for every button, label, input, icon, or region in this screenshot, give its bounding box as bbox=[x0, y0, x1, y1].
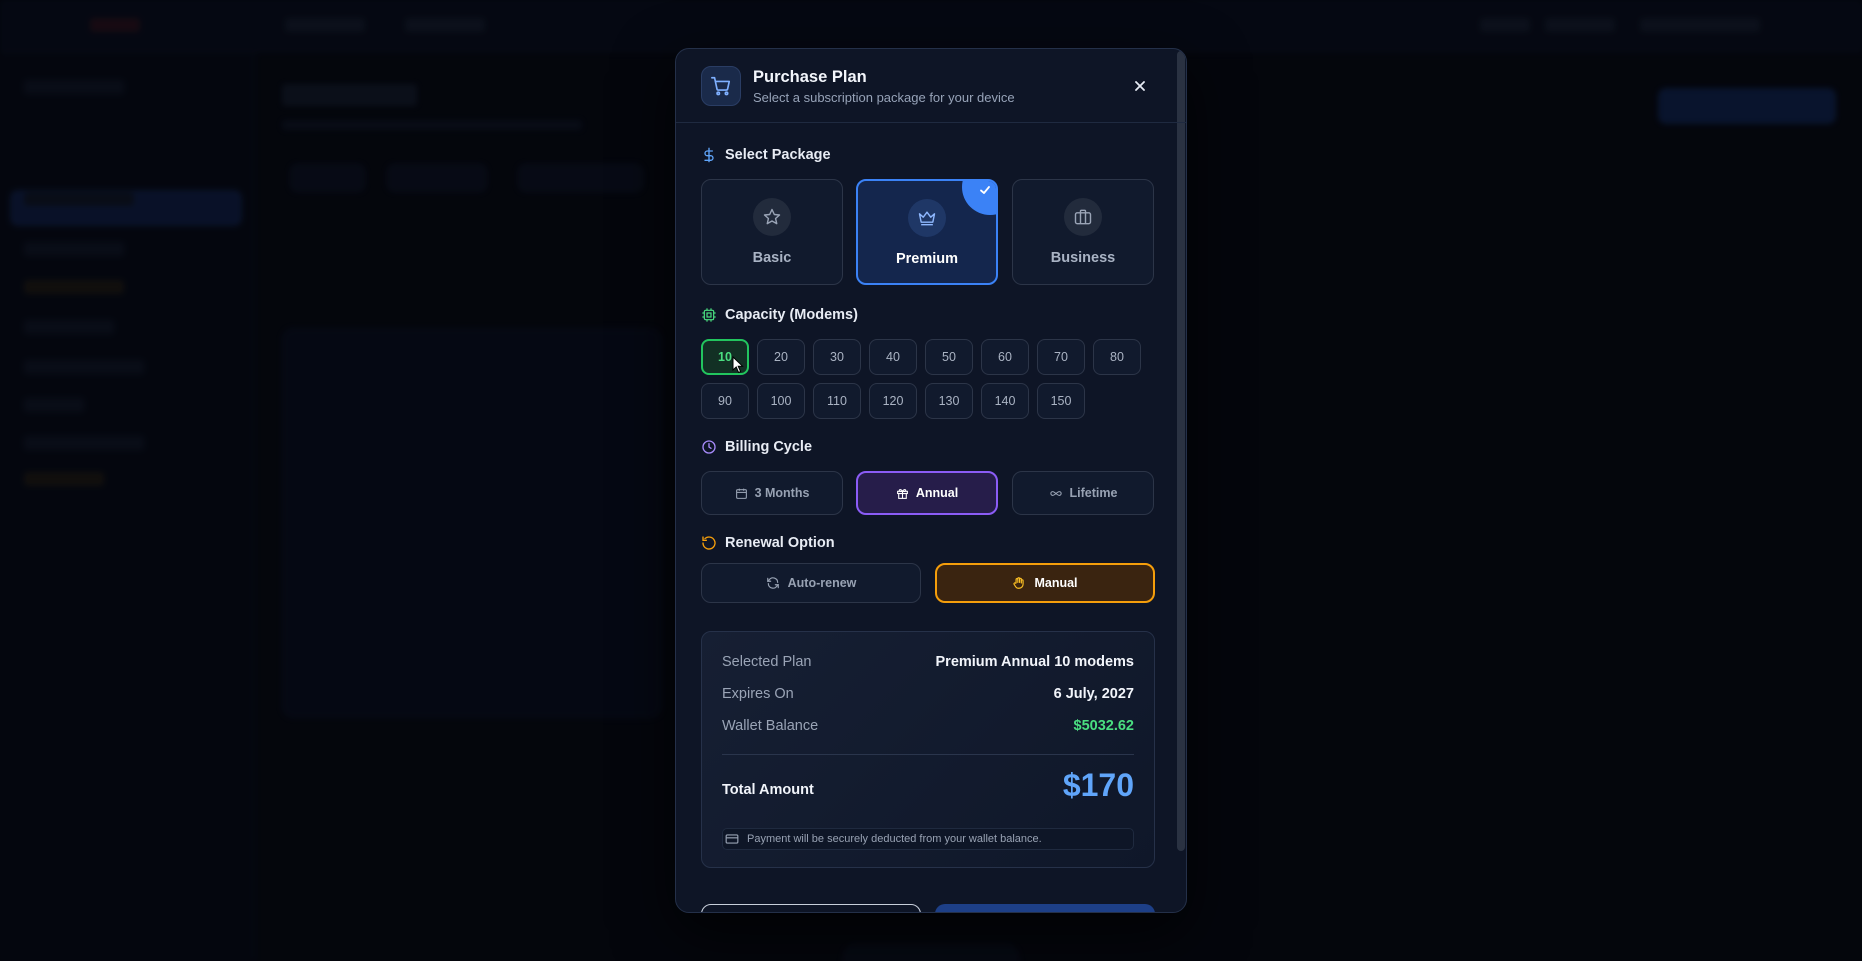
capacity-option[interactable]: 30 bbox=[813, 339, 861, 375]
capacity-option[interactable]: 70 bbox=[1037, 339, 1085, 375]
modal-subtitle: Select a subscription package for your d… bbox=[753, 90, 1015, 105]
gift-icon bbox=[896, 488, 908, 499]
modal-header: Purchase Plan Select a subscription pack… bbox=[676, 49, 1186, 123]
hand-icon bbox=[1013, 577, 1025, 589]
billing-label: 3 Months bbox=[754, 486, 810, 500]
footer-secondary-button[interactable] bbox=[701, 904, 921, 912]
capacity-option[interactable]: 90 bbox=[701, 383, 749, 419]
crown-icon bbox=[908, 199, 946, 237]
section-label: Renewal Option bbox=[725, 535, 835, 551]
capacity-option[interactable]: 100 bbox=[757, 383, 805, 419]
renewal-label: Auto-renew bbox=[787, 576, 857, 590]
summary-divider bbox=[722, 754, 1134, 755]
capacity-option[interactable]: 20 bbox=[757, 339, 805, 375]
rotate-icon bbox=[702, 536, 716, 550]
capacity-heading: Capacity (Modems) bbox=[701, 307, 858, 323]
close-button[interactable] bbox=[1128, 74, 1152, 98]
package-premium[interactable]: Premium bbox=[856, 179, 998, 285]
total-label: Total Amount bbox=[722, 782, 814, 798]
refresh-icon bbox=[766, 577, 779, 589]
cart-icon bbox=[701, 66, 741, 106]
package-business[interactable]: Business bbox=[1012, 179, 1154, 285]
capacity-option[interactable]: 110 bbox=[813, 383, 861, 419]
section-label: Billing Cycle bbox=[725, 439, 813, 455]
payment-note-text: Payment will be securely deducted from y… bbox=[747, 833, 1042, 845]
check-icon bbox=[980, 186, 990, 194]
briefcase-icon bbox=[1064, 198, 1102, 236]
section-label: Select Package bbox=[725, 147, 831, 163]
renewal-option-heading: Renewal Option bbox=[701, 535, 835, 551]
summary-row-expires: Expires On 6 July, 2027 bbox=[722, 686, 1134, 702]
clock-icon bbox=[702, 440, 716, 454]
package-basic[interactable]: Basic bbox=[701, 179, 843, 285]
capacity-option[interactable]: 150 bbox=[1037, 383, 1085, 419]
dollar-icon bbox=[704, 147, 714, 163]
capacity-option[interactable]: 50 bbox=[925, 339, 973, 375]
capacity-option[interactable]: 130 bbox=[925, 383, 973, 419]
package-name: Premium bbox=[895, 251, 959, 267]
summary-value: 6 July, 2027 bbox=[1053, 686, 1134, 702]
modal-title: Purchase Plan bbox=[753, 68, 867, 86]
billing-label: Annual bbox=[915, 486, 959, 500]
billing-cycle-heading: Billing Cycle bbox=[701, 439, 812, 455]
summary-value: Premium Annual 10 modems bbox=[935, 654, 1135, 670]
infinity-icon bbox=[1049, 490, 1062, 496]
order-summary: Selected Plan Premium Annual 10 modems E… bbox=[701, 631, 1155, 868]
calendar-icon bbox=[735, 488, 747, 499]
summary-row-wallet: Wallet Balance $5032.62 bbox=[722, 718, 1134, 734]
capacity-option[interactable]: 60 bbox=[981, 339, 1029, 375]
mouse-cursor-icon bbox=[732, 356, 744, 374]
star-icon bbox=[753, 198, 791, 236]
credit-card-icon bbox=[725, 834, 739, 844]
scrollbar[interactable] bbox=[1177, 51, 1185, 851]
package-name: Business bbox=[1050, 250, 1116, 266]
section-label: Capacity (Modems) bbox=[725, 307, 858, 323]
summary-key: Selected Plan bbox=[722, 654, 812, 670]
billing-3-months[interactable]: 3 Months bbox=[701, 471, 843, 515]
close-icon bbox=[1135, 81, 1145, 91]
total-amount: $170 bbox=[1062, 767, 1134, 803]
renewal-auto-renew[interactable]: Auto-renew bbox=[701, 563, 921, 603]
footer-primary-button[interactable] bbox=[935, 904, 1155, 912]
summary-row-plan: Selected Plan Premium Annual 10 modems bbox=[722, 654, 1134, 670]
purchase-plan-modal: Purchase Plan Select a subscription pack… bbox=[675, 48, 1187, 913]
renewal-manual[interactable]: Manual bbox=[935, 563, 1155, 603]
summary-key: Expires On bbox=[722, 686, 794, 702]
capacity-option[interactable]: 120 bbox=[869, 383, 917, 419]
billing-label: Lifetime bbox=[1069, 486, 1118, 500]
capacity-option[interactable]: 140 bbox=[981, 383, 1029, 419]
renewal-label: Manual bbox=[1034, 576, 1078, 590]
billing-annual[interactable]: Annual bbox=[856, 471, 998, 515]
package-name: Basic bbox=[752, 250, 792, 266]
summary-key: Wallet Balance bbox=[722, 718, 819, 734]
billing-lifetime[interactable]: Lifetime bbox=[1012, 471, 1154, 515]
chip-icon bbox=[702, 308, 716, 322]
capacity-option[interactable]: 80 bbox=[1093, 339, 1141, 375]
summary-value: $5032.62 bbox=[1073, 718, 1134, 734]
payment-note: Payment will be securely deducted from y… bbox=[722, 828, 1134, 850]
capacity-option[interactable]: 40 bbox=[869, 339, 917, 375]
select-package-heading: Select Package bbox=[701, 147, 831, 163]
